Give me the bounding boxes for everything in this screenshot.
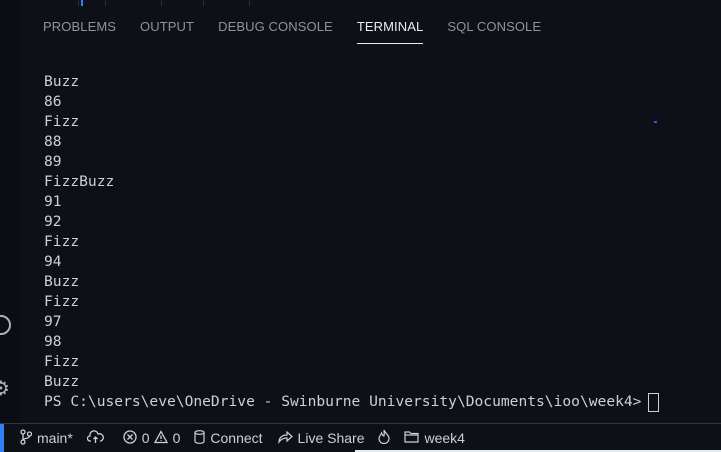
sync-status[interactable] bbox=[80, 424, 116, 452]
terminal-line: 94 bbox=[44, 253, 62, 270]
problems-status[interactable]: 0 0 bbox=[116, 424, 188, 452]
terminal-line: 98 bbox=[44, 333, 62, 350]
branch-status[interactable]: main* bbox=[13, 424, 80, 452]
terminal-cursor bbox=[648, 392, 660, 412]
branch-name: main* bbox=[37, 430, 73, 446]
folder-icon bbox=[404, 430, 420, 446]
connect-label: Connect bbox=[210, 430, 263, 446]
remote-indicator[interactable] bbox=[0, 423, 4, 452]
database-icon bbox=[194, 429, 205, 447]
live-share-label: Live Share bbox=[297, 430, 365, 446]
error-circle-icon bbox=[123, 429, 137, 447]
account-icon[interactable] bbox=[0, 315, 11, 335]
source-control-icon bbox=[20, 428, 33, 448]
terminal-line: Buzz bbox=[44, 273, 80, 290]
live-share-status[interactable]: Live Share bbox=[270, 424, 372, 452]
terminal-line: Fizz bbox=[44, 353, 80, 370]
terminal-line: Fizz bbox=[44, 113, 80, 130]
terminal-prompt[interactable]: PS C:\users\eve\OneDrive - Swinburne Uni… bbox=[44, 392, 721, 412]
status-bar: main* 0 0 Connect Live Share week4 bbox=[0, 423, 721, 452]
terminal-line: Fizz bbox=[44, 233, 80, 250]
terminal-line: 91 bbox=[44, 193, 62, 210]
error-count: 0 bbox=[141, 430, 150, 446]
folder-status[interactable]: week4 bbox=[397, 424, 471, 452]
terminal-line: 92 bbox=[44, 213, 62, 230]
flame-icon bbox=[378, 429, 391, 447]
folder-name: week4 bbox=[424, 430, 465, 446]
gear-icon[interactable]: ⚙ bbox=[0, 378, 11, 398]
terminal-line: Buzz bbox=[44, 73, 80, 90]
terminal-output[interactable]: Buzz 86 Fizz 88 89 FizzBuzz 91 92 Fizz 9… bbox=[20, 72, 721, 423]
warning-triangle-icon bbox=[153, 429, 168, 447]
connect-status[interactable]: Connect bbox=[187, 424, 269, 452]
warning-count: 0 bbox=[172, 430, 181, 446]
tab-problems[interactable]: PROBLEMS bbox=[43, 15, 116, 42]
tab-output[interactable]: OUTPUT bbox=[140, 15, 194, 42]
panel-tab-bar: PROBLEMS OUTPUT DEBUG CONSOLE TERMINAL S… bbox=[20, 6, 721, 50]
stray-pixel bbox=[654, 121, 657, 123]
terminal-line: 86 bbox=[44, 93, 62, 110]
terminal-line: FizzBuzz bbox=[44, 173, 115, 190]
terminal-line: Buzz bbox=[44, 373, 80, 390]
terminal-line: 88 bbox=[44, 133, 62, 150]
prompt-text: PS C:\users\eve\OneDrive - Swinburne Uni… bbox=[44, 393, 642, 410]
terminal-line: 97 bbox=[44, 313, 62, 330]
terminal-line: 89 bbox=[44, 153, 62, 170]
tab-terminal[interactable]: TERMINAL bbox=[356, 15, 424, 44]
vscode-window: ⚙ PROBLEMS OUTPUT DEBUG CONSOLE TERMINAL… bbox=[0, 0, 721, 452]
live-share-icon bbox=[277, 430, 293, 447]
tab-sql-console[interactable]: SQL CONSOLE bbox=[447, 15, 541, 42]
flame-status[interactable] bbox=[371, 424, 397, 452]
activity-bar: ⚙ bbox=[0, 0, 20, 423]
tab-debug-console[interactable]: DEBUG CONSOLE bbox=[218, 15, 333, 42]
terminal-line: Fizz bbox=[44, 293, 80, 310]
cloud-sync-icon bbox=[86, 429, 104, 447]
